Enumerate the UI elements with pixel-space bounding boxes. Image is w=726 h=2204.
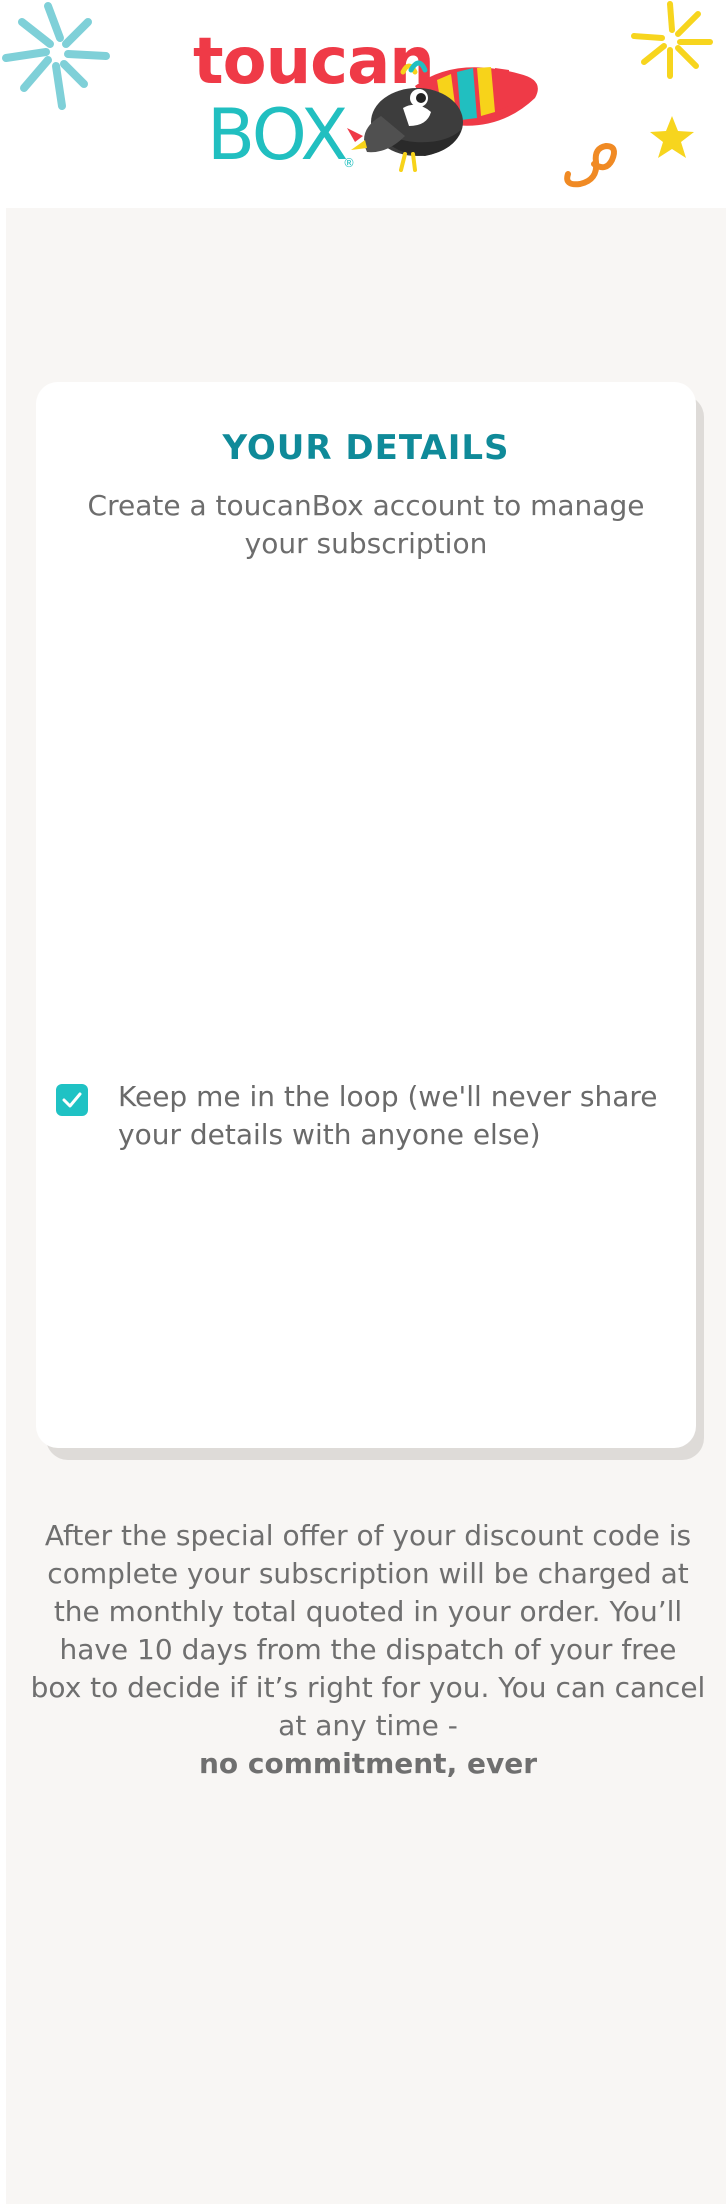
card-subtitle: Create a toucanBox account to manage you… [87,489,645,560]
newsletter-optin[interactable]: Keep me in the loop (we'll never share y… [56,1078,676,1158]
card-title: YOUR DETAILS [222,428,510,468]
header: toucan BOX ® [0,0,726,208]
disclaimer-text: After the special offer of your discount… [30,1519,706,1742]
toucanbox-logo[interactable]: toucan BOX ® [185,26,545,176]
toucan-bird-icon [347,60,538,172]
logo-word-box: BOX [207,94,348,176]
newsletter-checkbox[interactable] [56,1084,88,1116]
yellow-burst-icon [631,1,713,79]
disclaimer-emphasis: no commitment, ever [199,1747,537,1780]
newsletter-checkbox-label: Keep me in the loop (we'll never share y… [118,1080,658,1151]
page: toucan BOX ® YOUR DETAILS Create a touca… [0,0,726,2204]
checkmark-icon [62,1092,82,1108]
orange-swirl-icon [564,142,617,188]
subscription-disclaimer: After the special offer of your discount… [30,1517,706,1783]
teal-burst-icon [2,2,110,110]
yellow-star-icon [650,116,694,158]
